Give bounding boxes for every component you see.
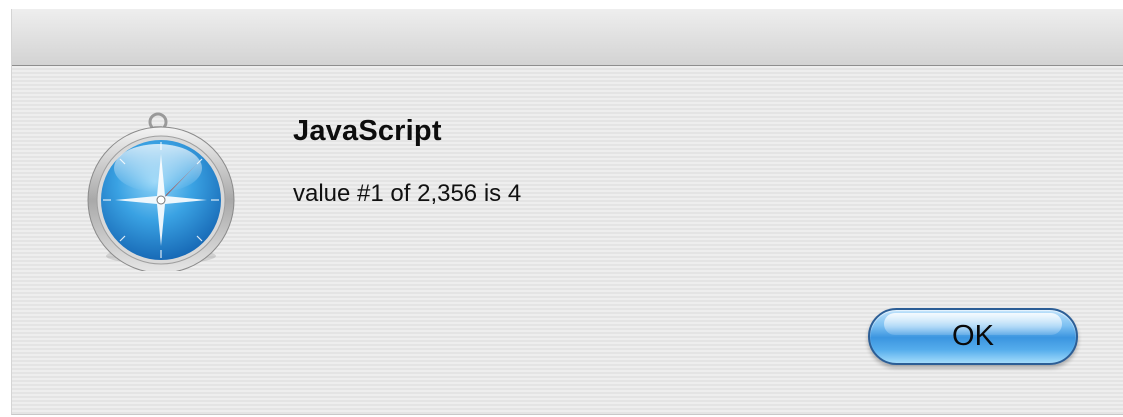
safari-compass-icon (86, 106, 236, 271)
dialog-title-bar[interactable] (12, 9, 1123, 66)
ok-button-label: OK (952, 320, 994, 352)
dialog-title: JavaScript (293, 115, 442, 147)
ok-button[interactable]: OK (868, 308, 1078, 365)
dialog-message: value #1 of 2,356 is 4 (293, 180, 522, 207)
javascript-alert-dialog: JavaScript value #1 of 2,356 is 4 OK (11, 9, 1123, 415)
